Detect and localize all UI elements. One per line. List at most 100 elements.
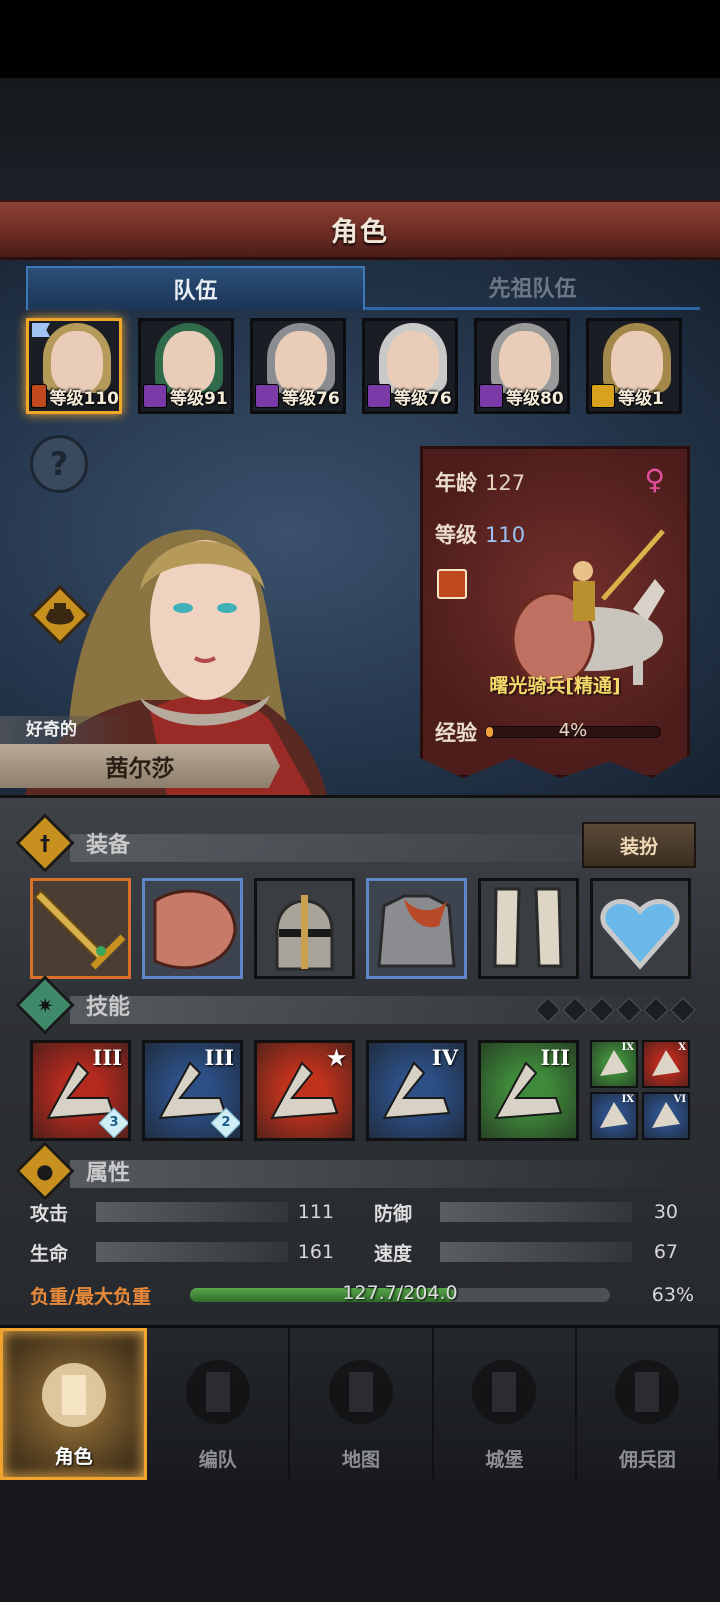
passive-skill-slot[interactable]: X [642, 1040, 690, 1088]
passive-skill-slot[interactable]: IX [590, 1040, 638, 1088]
star-section-icon: ✷ [15, 975, 75, 1035]
heart-amulet-icon [600, 899, 680, 970]
bottom-backdrop [0, 1480, 720, 1602]
roster-slot[interactable]: 等级1 [586, 318, 682, 414]
experience-percent: 4% [558, 720, 588, 741]
mounted-knight-icon[interactable] [483, 529, 673, 689]
roster-level-label: 等级110 [49, 388, 120, 409]
tab-team[interactable]: 队伍 [26, 266, 365, 310]
attributes-header-band [70, 1160, 680, 1188]
tab-ancestor-team[interactable]: 先祖队伍 [365, 266, 700, 310]
class-icon [591, 384, 615, 408]
passive-skill-rank: VI [673, 1094, 686, 1105]
class-icon [255, 384, 279, 408]
character-name-plate[interactable]: 茜尔莎 [0, 744, 280, 788]
skill-rank: ★ [327, 1045, 346, 1070]
nav-label: 角色 [54, 1446, 93, 1468]
roster-level-label: 等级80 [506, 388, 564, 409]
stat-attack-bar [96, 1202, 288, 1222]
age-label: 年龄 [435, 471, 477, 495]
equipment-slot-helmet[interactable] [254, 878, 355, 979]
roster-level: 等级1 [591, 383, 679, 409]
details-panel: † 装备 装扮 ✷ 技能 III 3 III 2 ★ IV III IX X I… [0, 795, 720, 1325]
passive-skill-rank: IX [621, 1042, 634, 1053]
character-info-banner: 年龄 127 ♀ 等级 110 曙光骑兵[精通] 经验 4% [420, 446, 690, 778]
empty-gem-slot-icon [670, 997, 696, 1023]
experience-bar: 4% [485, 720, 661, 741]
passive-skill-grid: IX X IX VI [590, 1040, 690, 1141]
skill-slot[interactable]: ★ [254, 1040, 355, 1141]
class-name: 曙光骑兵[精通] [489, 675, 621, 697]
roster-slot[interactable]: 等级80 [474, 318, 570, 414]
name-area: 好奇的 茜尔莎 [0, 716, 330, 788]
nav-item-2[interactable]: 地图 [290, 1328, 434, 1480]
stat-speed-value: 67 [653, 1241, 678, 1263]
stat-attack: 攻击 111 [30, 1198, 334, 1226]
roster-slot[interactable]: 等级110 [26, 318, 122, 414]
female-gender-icon: ♀ [644, 463, 665, 496]
stat-attack-value: 111 [297, 1201, 334, 1223]
empty-gem-slot-icon [562, 997, 588, 1023]
load-row: 负重/最大负重 127.7/204.0 63% [30, 1280, 694, 1310]
stat-hp: 生命 161 [30, 1238, 334, 1266]
passive-skill-slot[interactable]: IX [590, 1092, 638, 1140]
roster-level: 等级110 [31, 383, 119, 409]
roster-level-label: 等级1 [618, 388, 664, 409]
passive-skill-slot[interactable]: VI [642, 1092, 690, 1140]
skills-header: ✷ 技能 [15, 975, 131, 1035]
experience-label: 经验 [435, 721, 477, 745]
nav-label: 编队 [198, 1449, 237, 1471]
castle-icon [472, 1360, 537, 1424]
class-icon [479, 384, 503, 408]
nav-item-4[interactable]: 佣兵团 [577, 1328, 720, 1480]
skill-rank: IV [431, 1045, 458, 1070]
load-value: 127.7/204.0 [342, 1282, 458, 1304]
skills-title: 技能 [86, 995, 131, 1020]
nav-item-1[interactable]: 编队 [147, 1328, 291, 1480]
nav-item-3[interactable]: 城堡 [434, 1328, 577, 1480]
equipment-slot-armor[interactable] [366, 878, 467, 979]
roster-level: 等级91 [143, 383, 231, 409]
roster-level: 等级80 [479, 383, 567, 409]
flag-icon [32, 323, 50, 337]
nav-item-0[interactable]: 角色 [0, 1328, 148, 1480]
roster-slot[interactable]: 等级91 [138, 318, 234, 414]
team-tabs: 队伍 先祖队伍 [26, 266, 700, 310]
attributes-title: 属性 [86, 1161, 131, 1186]
skill-slot[interactable]: III 2 [142, 1040, 243, 1141]
passive-skill-rank: IX [621, 1094, 634, 1105]
level-label: 等级 [435, 523, 477, 547]
roster-slot[interactable]: 等级76 [362, 318, 458, 414]
attributes-header: ● 属性 [15, 1141, 131, 1201]
stat-speed: 速度 67 [374, 1238, 678, 1266]
mercenary-banner-icon [615, 1360, 680, 1424]
class-icon [31, 384, 47, 408]
roster-level: 等级76 [255, 383, 343, 409]
skill-slots: III 3 III 2 ★ IV III IX X IX VI [30, 1040, 690, 1141]
equipment-slot-weapon[interactable] [30, 878, 131, 979]
roster-slot[interactable]: 等级76 [250, 318, 346, 414]
equipment-slot-shield[interactable] [142, 878, 243, 979]
roster-level-label: 等级91 [170, 388, 228, 409]
empty-gem-slot-icon [535, 997, 561, 1023]
status-bar-area [0, 0, 720, 78]
knight-icon [41, 1363, 106, 1427]
equipment-slot-boots[interactable] [478, 878, 579, 979]
stat-hp-value: 161 [297, 1241, 334, 1263]
passive-skill-rank: X [678, 1042, 686, 1053]
character-name: 茜尔莎 [105, 756, 175, 782]
skill-slot[interactable]: III [478, 1040, 579, 1141]
skill-slot[interactable]: III 3 [30, 1040, 131, 1141]
roster-level-label: 等级76 [394, 388, 452, 409]
age-row: 年龄 127 [435, 467, 525, 497]
skill-slot[interactable]: IV [366, 1040, 467, 1141]
round-shield-icon [153, 889, 237, 970]
load-percent: 63% [651, 1284, 694, 1306]
dress-up-button[interactable]: 装扮 [582, 822, 696, 868]
screen-title: 角色 [331, 217, 389, 248]
character-trait: 好奇的 [0, 716, 130, 744]
stat-attack-label: 攻击 [30, 1202, 69, 1225]
equipment-slot-amulet[interactable] [590, 878, 691, 979]
stat-hp-label: 生命 [30, 1242, 69, 1265]
empty-gem-slot-icon [643, 997, 669, 1023]
